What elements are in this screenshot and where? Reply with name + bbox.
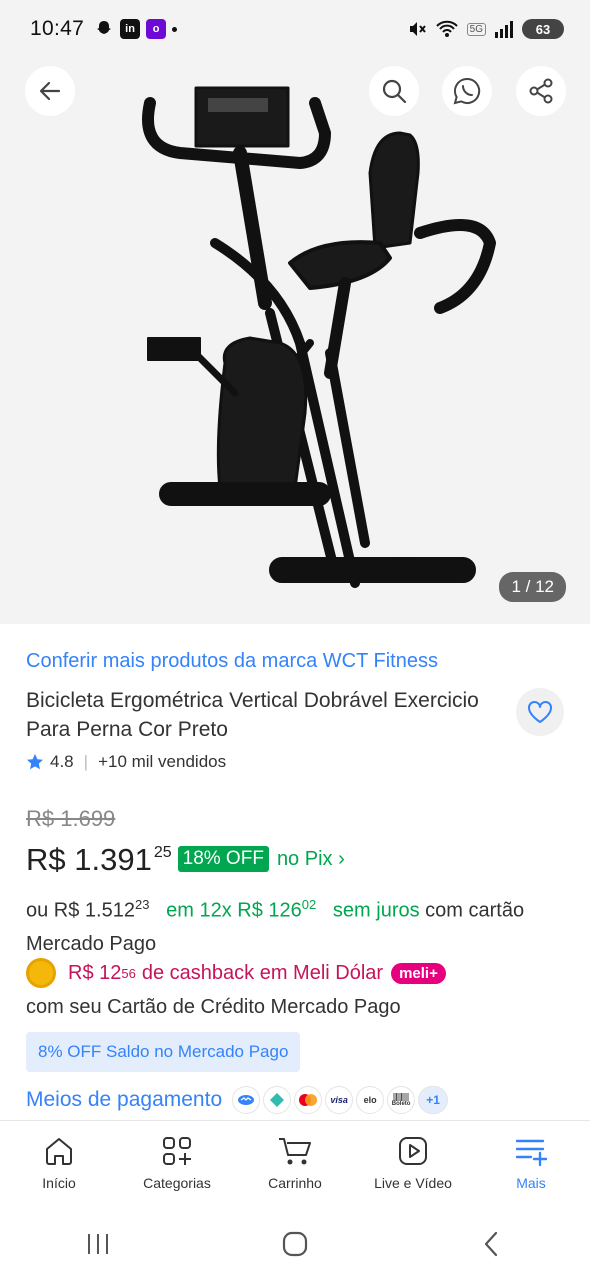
dot-icon — [172, 26, 178, 32]
cashback-subtitle: com seu Cartão de Crédito Mercado Pago — [26, 996, 401, 1018]
favorite-button[interactable] — [516, 688, 564, 736]
menu-plus-icon — [515, 1139, 548, 1167]
no-interest-label: sem juros — [332, 899, 420, 922]
signal-icon — [495, 21, 513, 38]
coin-icon — [26, 958, 56, 988]
tab-live-video[interactable]: Live e Vídeo — [354, 1121, 472, 1208]
installment-info: ou R$ 1.51223 em 12x R$ 12602 sem juros … — [26, 888, 566, 961]
payment-methods-row[interactable]: Meios de pagamento visa elo Boleto +1 — [26, 1086, 451, 1114]
linkedin-icon: in — [120, 19, 141, 39]
current-price-row: R$ 1.391 25 18% OFF no Pix › — [26, 842, 345, 878]
installment-count-cents: 02 — [301, 897, 317, 912]
sold-count: +10 mil vendidos — [98, 752, 227, 771]
home-icon — [46, 1138, 72, 1165]
wifi-icon — [435, 20, 458, 37]
whatsapp-share-button[interactable] — [442, 66, 492, 116]
product-title: Bicicleta Ergométrica Vertical Dobrável … — [26, 689, 479, 741]
tab-label: Categorias — [143, 1175, 211, 1191]
whatsapp-icon — [453, 77, 481, 105]
installment-count: em 12x R$ 126 — [166, 899, 302, 922]
search-icon — [382, 79, 407, 104]
arrow-left-icon — [39, 81, 61, 101]
mercado-pago-icon — [232, 1086, 261, 1114]
status-time: 10:47 — [30, 17, 85, 40]
meli-plus-badge: meli+ — [391, 962, 446, 984]
cashback-amount: R$ 12 — [68, 961, 122, 984]
share-icon — [529, 78, 553, 104]
categories-icon — [163, 1137, 191, 1165]
snapchat-icon — [97, 21, 112, 34]
cart-icon — [279, 1138, 311, 1165]
share-button[interactable] — [516, 66, 566, 116]
system-nav-bar — [0, 1208, 590, 1280]
tab-label: Live e Vídeo — [374, 1175, 452, 1191]
tab-categorias[interactable]: Categorias — [118, 1121, 236, 1208]
tab-inicio[interactable]: Início — [0, 1121, 118, 1208]
home-button-icon[interactable] — [280, 1229, 310, 1259]
back-button[interactable] — [25, 66, 75, 116]
star-icon — [27, 754, 43, 770]
olx-icon: o — [146, 19, 167, 39]
notification-icons: in o — [94, 19, 178, 39]
cashback-text: de cashback em Meli Dólar — [141, 961, 384, 984]
battery-indicator: 63 — [522, 19, 564, 39]
current-price-cents: 25 — [153, 844, 172, 861]
video-play-icon — [399, 1137, 427, 1165]
saldo-banner[interactable]: 8% OFF Saldo no Mercado Pago — [26, 1032, 301, 1072]
cashback-amount-cents: 56 — [121, 965, 136, 981]
tab-label: Início — [42, 1175, 76, 1191]
elo-icon: elo — [356, 1086, 385, 1114]
tab-mais[interactable]: Mais — [472, 1121, 590, 1208]
payment-methods-link[interactable]: Meios de pagamento — [26, 1088, 222, 1112]
tab-carrinho[interactable]: Carrinho — [236, 1121, 354, 1208]
pix-link[interactable]: no Pix › — [277, 848, 345, 871]
cashback-row: R$ 12 56 de cashback em Meli Dólar meli+ — [26, 958, 446, 988]
pix-icon — [263, 1086, 292, 1114]
product-image-exercise-bike — [142, 86, 496, 588]
original-price: R$ 1.699 — [26, 806, 116, 831]
boleto-label: Boleto — [391, 1101, 411, 1107]
installment-total-cents: 23 — [134, 897, 150, 912]
mastercard-icon — [294, 1086, 323, 1114]
search-button[interactable] — [369, 66, 419, 116]
brand-link[interactable]: Conferir mais produtos da marca WCT Fitn… — [26, 650, 438, 673]
rating-value: 4.8 — [50, 752, 74, 771]
current-price: R$ 1.391 — [26, 842, 152, 877]
tab-label: Carrinho — [268, 1175, 322, 1191]
bottom-tab-bar: Início Categorias Carrinho Live e Vídeo … — [0, 1120, 590, 1208]
installment-total: ou R$ 1.512 — [26, 899, 135, 922]
tab-label: Mais — [516, 1175, 546, 1191]
rating-row: 4.8 | +10 mil vendidos — [26, 752, 226, 772]
discount-badge: 18% OFF — [177, 846, 269, 872]
rating-separator: | — [83, 752, 89, 771]
heart-icon — [528, 701, 552, 723]
recent-apps-icon[interactable] — [83, 1229, 113, 1259]
more-payment-methods[interactable]: +1 — [418, 1086, 449, 1114]
network-type: 5G — [466, 22, 486, 36]
mute-icon — [409, 22, 426, 36]
boleto-icon: Boleto — [387, 1086, 416, 1114]
back-nav-icon[interactable] — [477, 1229, 507, 1259]
image-counter: 1 / 12 — [499, 572, 566, 602]
product-image-gallery[interactable]: 1 / 12 — [0, 58, 590, 624]
visa-icon: visa — [325, 1086, 354, 1114]
